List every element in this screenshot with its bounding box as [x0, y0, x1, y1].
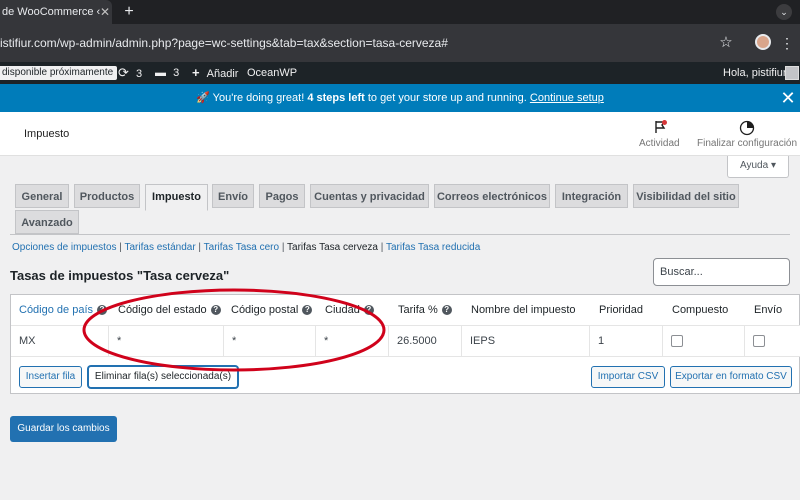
tab-avanzado[interactable]: Avanzado: [15, 210, 79, 234]
save-changes-button[interactable]: Guardar los cambios: [10, 416, 117, 442]
tab-integracion[interactable]: Integración: [555, 184, 628, 208]
user-greeting[interactable]: Hola, pistifiur: [723, 62, 787, 84]
tab-close-icon[interactable]: ✕: [98, 0, 112, 24]
chevron-down-icon[interactable]: ⌄: [776, 4, 792, 20]
setup-notice: 🚀 You're doing great! 4 steps left to ge…: [0, 84, 800, 112]
continue-setup-link[interactable]: Continue setup: [530, 92, 604, 104]
activity-label[interactable]: Actividad: [639, 138, 680, 149]
cell-rate[interactable]: 26.5000: [388, 326, 461, 357]
bookmark-star-icon[interactable]: ☆: [716, 33, 736, 53]
close-icon[interactable]: ✕: [778, 88, 798, 108]
updates-item[interactable]: ⟳ 3: [118, 62, 142, 84]
cell-tax-name[interactable]: IEPS: [461, 326, 589, 357]
url-field[interactable]: istifiur.com/wp-admin/admin.php?page=wc-…: [0, 33, 448, 53]
updates-count: 3: [135, 68, 143, 80]
section-subnav: Opciones de impuestos | Tarifas estándar…: [12, 242, 481, 253]
annotation-oval: [82, 288, 386, 372]
comment-icon: ▬: [155, 67, 166, 79]
notice-text-post: to get your store up and running.: [364, 92, 530, 104]
browser-tabstrip: de WooCommerce ‹ ✕ + ⌄: [0, 0, 800, 24]
subnav-estandar[interactable]: Tarifas estándar: [125, 242, 196, 253]
plus-icon: +: [192, 65, 200, 80]
shipping-checkbox[interactable]: [753, 335, 765, 347]
subnav-tasa-reducida[interactable]: Tarifas Tasa reducida: [386, 242, 480, 253]
profile-avatar[interactable]: [755, 34, 771, 50]
wc-header: Impuesto Actividad Finalizar configuraci…: [0, 112, 800, 156]
insert-row-button[interactable]: Insertar fila: [19, 366, 82, 388]
user-avatar[interactable]: [785, 66, 799, 80]
col-rate-label: Tarifa %: [398, 304, 438, 316]
tab-cuentas-privacidad[interactable]: Cuentas y privacidad: [310, 184, 429, 208]
col-shipping: Envío: [754, 304, 783, 316]
cell-compound: [662, 326, 744, 357]
tab-correos[interactable]: Correos electrónicos: [434, 184, 550, 208]
notice-text: 🚀 You're doing great! 4 steps left to ge…: [0, 84, 800, 112]
tab-productos[interactable]: Productos: [74, 184, 140, 208]
flag-icon[interactable]: [650, 120, 670, 136]
section-title: Tasas de impuestos "Tasa cerveza": [10, 268, 230, 283]
col-rate: Tarifa %?: [398, 295, 452, 325]
compound-checkbox[interactable]: [671, 335, 683, 347]
site-name-link[interactable]: OceanWP: [247, 62, 297, 84]
comments-item[interactable]: ▬ 3: [155, 62, 179, 84]
tab-impuesto[interactable]: Impuesto: [145, 184, 208, 211]
update-notice-pill[interactable]: disponible próximamente: [0, 66, 118, 80]
rocket-icon: 🚀: [196, 92, 210, 104]
progress-icon[interactable]: [737, 120, 757, 136]
search-input[interactable]: [653, 258, 790, 286]
tab-pagos[interactable]: Pagos: [259, 184, 305, 208]
new-content-label: Añadir: [206, 68, 239, 80]
notice-steps-left: 4 steps left: [307, 92, 365, 104]
wp-admin-bar: disponible próximamente ⟳ 3 ▬ 3 + Añadir…: [0, 62, 800, 84]
comments-count: 3: [173, 67, 180, 79]
browser-tab[interactable]: de WooCommerce ‹: [0, 0, 112, 24]
cell-priority[interactable]: 1: [589, 326, 662, 357]
export-csv-button[interactable]: Exportar en formato CSV: [670, 366, 792, 388]
tab-visibilidad[interactable]: Visibilidad del sitio: [633, 184, 739, 208]
notice-text-pre: You're doing great!: [209, 92, 308, 104]
tab-envio[interactable]: Envío: [212, 184, 254, 208]
finish-setup-label[interactable]: Finalizar configuración: [697, 138, 797, 149]
tabs-divider: [10, 234, 790, 235]
new-content-item[interactable]: + Añadir: [192, 62, 238, 84]
new-tab-icon[interactable]: +: [120, 0, 138, 24]
cell-shipping: [744, 326, 800, 357]
browser-menu-icon[interactable]: ⋮: [780, 33, 794, 53]
refresh-icon: ⟳: [118, 65, 129, 80]
col-compound: Compuesto: [672, 304, 729, 316]
address-bar: istifiur.com/wp-admin/admin.php?page=wc-…: [0, 24, 800, 62]
import-csv-button[interactable]: Importar CSV: [591, 366, 665, 388]
browser-tab-title: de WooCommerce ‹: [2, 6, 101, 18]
col-tax-name: Nombre del impuesto: [471, 304, 576, 316]
col-priority: Prioridad: [599, 304, 644, 316]
subnav-tasa-cerveza: Tarifas Tasa cerveza: [287, 242, 378, 253]
subnav-opciones[interactable]: Opciones de impuestos: [12, 242, 117, 253]
notification-dot: [662, 120, 667, 125]
tab-general[interactable]: General: [15, 184, 69, 208]
page-title: Impuesto: [24, 128, 70, 140]
subnav-tasa-cero[interactable]: Tarifas Tasa cero: [204, 242, 279, 253]
help-icon[interactable]: ?: [441, 305, 452, 315]
help-button[interactable]: Ayuda ▾: [727, 156, 789, 178]
